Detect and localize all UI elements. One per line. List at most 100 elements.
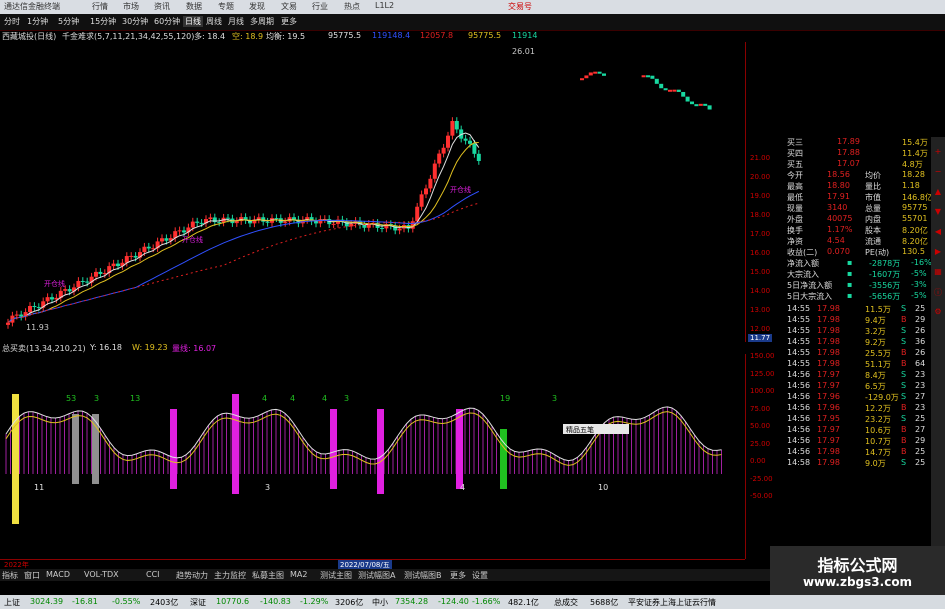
tab-5min[interactable]: 5分钟: [58, 16, 79, 27]
tick-time: 14:55: [787, 304, 811, 313]
menu-wenyi[interactable]: 文易: [281, 1, 297, 12]
tick-count: 23: [915, 370, 926, 379]
indicator-chart[interactable]: 53 3 13 4 4 4 3 19 3 11 3 4 10: [0, 354, 745, 559]
indicator-name[interactable]: 千金难求(5,7,11,21,34,42,55,120): [62, 31, 194, 42]
tab-60min[interactable]: 60分钟: [154, 16, 180, 27]
tab-more[interactable]: 更多: [281, 16, 297, 27]
indicator-tick: 50.00: [750, 422, 771, 430]
indicator-tab[interactable]: 主力监控: [214, 570, 246, 581]
quote-row: 最低 17.91 市值 146.8亿: [787, 192, 933, 203]
trade-button[interactable]: 交易号: [508, 1, 532, 12]
arrow-up-icon[interactable]: ▲: [933, 187, 943, 197]
menu-quotes[interactable]: 行情: [92, 1, 108, 12]
tick-price: 17.98: [817, 359, 840, 368]
tick-side: B: [901, 425, 907, 434]
candle: [676, 89, 681, 92]
bid-row: 买五 17.07 4.8万: [787, 159, 932, 170]
sh-label: 上证: [4, 598, 20, 607]
tick-volume: 9.0万: [865, 459, 886, 468]
hotkey-label: 精品五笔: [566, 426, 594, 434]
price-tick: 12.00: [750, 325, 771, 333]
indicator-tab[interactable]: 测试主图: [320, 570, 352, 581]
indicator-tab[interactable]: 窗口: [24, 570, 40, 581]
main-kline-chart[interactable]: 11.93 26.01 开仓线 开仓线 开仓线: [0, 42, 745, 342]
total-label: 总成交: [554, 598, 578, 607]
indicator-tab[interactable]: 趋势动力: [176, 570, 208, 581]
bid-volume: 15.4万: [902, 138, 928, 147]
tab-weekly[interactable]: 周线: [206, 16, 222, 27]
settings-icon[interactable]: ⚙: [933, 307, 943, 317]
tick-volume: 10.6万: [865, 426, 891, 435]
indicator-tab[interactable]: 测试幅图A: [358, 570, 395, 581]
grid-icon[interactable]: ▦: [933, 267, 943, 277]
menu-l1l2[interactable]: L1L2: [375, 1, 394, 10]
indicator-tab[interactable]: VOL-TDX: [84, 570, 119, 579]
tick-price: 17.96: [817, 403, 840, 412]
tick-row: 14:56 17.97 8.4万 S 23: [787, 370, 932, 381]
tab-monthly[interactable]: 月线: [228, 16, 244, 27]
tab-15min[interactable]: 15分钟: [90, 16, 116, 27]
signal-label-1: 开仓线: [44, 279, 65, 288]
candle: [142, 246, 147, 253]
menu-topics[interactable]: 专题: [218, 1, 234, 12]
indicator-tab[interactable]: 测试幅图B: [404, 570, 442, 581]
indicator-tab[interactable]: CCI: [146, 570, 160, 579]
tick-side: B: [901, 315, 907, 324]
period-toolbar: 分时 1分钟 5分钟 15分钟 30分钟 60分钟 日线 周线 月线 多周期 更…: [0, 14, 945, 31]
bid-price: 17.88: [837, 148, 860, 157]
signal-bar: [500, 429, 507, 489]
indicator-tab[interactable]: MA2: [290, 570, 307, 579]
zoom-out-icon[interactable]: −: [933, 167, 943, 177]
signal-bar: [456, 409, 463, 489]
candle: [177, 230, 182, 232]
arrow-right-icon[interactable]: ▶: [933, 247, 943, 257]
candle: [32, 305, 37, 308]
signal-number: 4: [322, 394, 327, 403]
menu-hot[interactable]: 热点: [344, 1, 360, 12]
high-price-label: 26.01: [512, 47, 535, 56]
quote-label-2: PE(动): [865, 248, 890, 257]
tick-time: 14:56: [787, 403, 811, 412]
candle: [98, 271, 103, 274]
sh-value: 3024.39: [30, 597, 64, 606]
indicator-tab[interactable]: MACD: [46, 570, 70, 579]
candle: [446, 135, 450, 148]
tick-volume: 12.2万: [865, 404, 891, 413]
info-icon[interactable]: ⓘ: [933, 287, 943, 297]
signal-bottom-number: 10: [598, 483, 608, 492]
arrow-down-icon[interactable]: ▼: [933, 207, 943, 217]
tick-side: B: [901, 348, 907, 357]
menu-industry[interactable]: 行业: [312, 1, 328, 12]
tick-time: 14:55: [787, 326, 811, 335]
indicator-axis: 150.00 125.00 100.00 75.00 50.00 25.00 0.00 -25…: [745, 352, 786, 559]
menu-news[interactable]: 资讯: [154, 1, 170, 12]
hotkey-popup[interactable]: 精品五笔: [563, 424, 629, 434]
tick-row: 14:58 17.98 9.0万 S 25: [787, 458, 932, 469]
tab-1min[interactable]: 1分钟: [27, 16, 48, 27]
candle: [195, 221, 200, 223]
indicator-info-bar: 西藏城投(日线) 千金难求(5,7,11,21,34,42,55,120) 多:…: [0, 30, 540, 42]
candle: [133, 255, 138, 258]
tab-timeshare[interactable]: 分时: [4, 16, 20, 27]
kong-value: 空: 18.9: [232, 32, 264, 41]
indicator-tab[interactable]: 私募主图: [252, 570, 284, 581]
value-3: 12057.8: [420, 31, 454, 40]
candle: [50, 297, 54, 300]
menu-data[interactable]: 数据: [186, 1, 202, 12]
indicator-tab[interactable]: 指标: [2, 570, 18, 581]
indicator-tab[interactable]: 更多: [450, 570, 466, 581]
tick-count: 23: [915, 403, 926, 412]
candle: [160, 238, 164, 242]
tick-price: 17.97: [817, 381, 840, 390]
menu-market[interactable]: 市场: [123, 1, 139, 12]
tick-row: 14:55 17.98 9.4万 B 29: [787, 315, 932, 326]
quote-label-2: 市值: [865, 193, 881, 202]
tab-daily[interactable]: 日线: [183, 16, 203, 27]
menu-discover[interactable]: 发现: [249, 1, 265, 12]
indicator-tab[interactable]: 设置: [472, 570, 488, 581]
arrow-left-icon[interactable]: ◀: [933, 227, 943, 237]
tab-30min[interactable]: 30分钟: [122, 16, 148, 27]
indicator-title[interactable]: 总买卖(13,34,210,21): [2, 343, 86, 354]
zoom-in-icon[interactable]: +: [933, 147, 943, 157]
tab-multi-period[interactable]: 多周期: [250, 16, 274, 27]
